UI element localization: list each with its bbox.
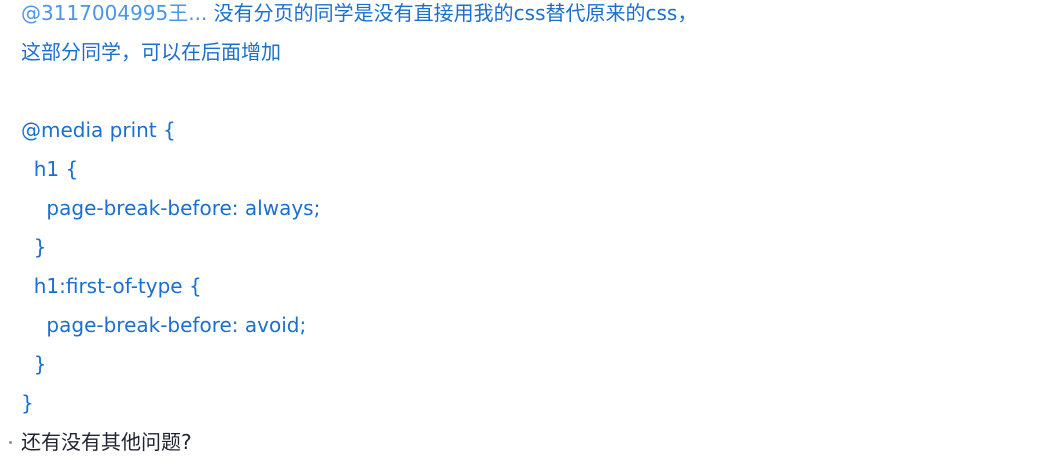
chat-area: @3117004995王... 没有分页的同学是没有直接用我的css替代原来的c… [0, 0, 1054, 470]
code-line: h1:first-of-type { [21, 274, 202, 298]
code-line: page-break-before: always; [21, 196, 321, 220]
code-line: } [21, 235, 47, 259]
message-line-1: @3117004995王... 没有分页的同学是没有直接用我的css替代原来的c… [21, 0, 697, 26]
message-line-2: 这部分同学，可以在后面增加 [21, 40, 281, 64]
code-line: page-break-before: avoid; [21, 313, 307, 337]
code-line: } [21, 352, 47, 376]
list-bullet-icon [9, 441, 12, 444]
message-text: 没有分页的同学是没有直接用我的css替代原来的css， [207, 1, 698, 25]
mention-link[interactable]: @3117004995王... [21, 1, 207, 25]
followup-text: 还有没有其他问题? [21, 430, 192, 454]
code-line: @media print { [21, 118, 176, 142]
code-line: h1 { [21, 157, 79, 181]
code-line: } [21, 391, 34, 415]
